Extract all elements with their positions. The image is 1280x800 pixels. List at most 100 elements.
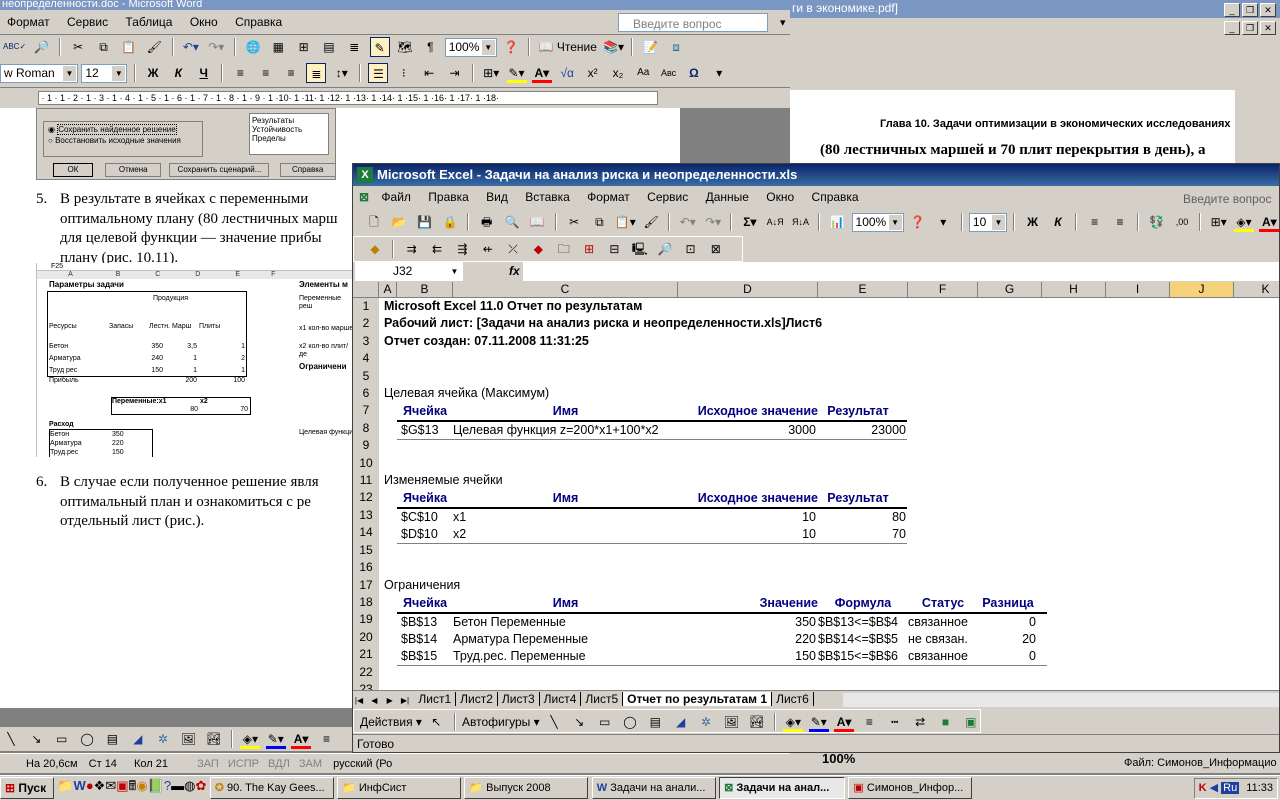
excel-line-icon[interactable]: ╲ — [544, 712, 564, 732]
col-header-i[interactable]: I — [1106, 282, 1170, 298]
word-help-input[interactable]: Введите вопрос — [618, 13, 768, 32]
excel-menu-data[interactable]: Данные — [699, 187, 756, 207]
cell[interactable]: Арматура Переменные — [453, 631, 678, 648]
superscript-icon[interactable]: x² — [583, 63, 603, 83]
ql-book-icon[interactable]: 📗 — [148, 778, 164, 793]
arrow-icon[interactable]: ↘ — [26, 729, 46, 749]
hdr-cell[interactable]: Ячейка — [397, 490, 453, 507]
excel-menu-file[interactable]: Файл — [374, 187, 418, 207]
hdr-name[interactable]: Имя — [453, 403, 678, 420]
cell[interactable]: 0 — [978, 648, 1036, 665]
excel-oval-icon[interactable]: ◯ — [620, 712, 640, 732]
status-ovr[interactable]: ЗАМ — [299, 758, 322, 770]
row-header[interactable]: 21 — [353, 646, 379, 663]
ql-pdf-icon[interactable]: ▣ — [116, 778, 128, 793]
audit-icon[interactable]: ◆ — [365, 239, 385, 259]
excel-picture-icon[interactable]: 🏞 — [747, 712, 767, 732]
row-header[interactable]: 12 — [353, 489, 379, 506]
underline-icon[interactable]: Ч — [194, 63, 214, 83]
excel-fontsize-select[interactable]: 10 ▼ — [968, 212, 1007, 232]
col-header-j[interactable]: J — [1170, 282, 1234, 298]
excel-help-input[interactable]: Введите вопрос — [1183, 189, 1272, 208]
dialog-help-button[interactable]: Справка — [279, 163, 335, 177]
hdr-initial[interactable]: Исходное значение — [678, 490, 818, 507]
tray-arrow-icon[interactable]: ◀ — [1210, 782, 1218, 794]
cell[interactable]: 3000 — [678, 422, 818, 439]
help-icon[interactable]: ❓ — [501, 37, 521, 57]
save-icon[interactable]: 💾 — [415, 212, 435, 232]
excel-align-center-icon[interactable]: ≡ — [1110, 212, 1130, 232]
excel-clipart-icon[interactable]: 🖼 — [721, 712, 741, 732]
hdr-cell[interactable]: Ячейка — [397, 403, 453, 420]
select-all-corner[interactable] — [353, 282, 379, 298]
word-menu-help[interactable]: Справка — [228, 12, 289, 32]
more-icon[interactable]: ▾ — [709, 63, 729, 83]
excel-help-icon[interactable]: ❓ — [908, 212, 928, 232]
excel-menu-service[interactable]: Сервис — [640, 187, 695, 207]
report-list-item[interactable]: Результаты — [252, 116, 326, 125]
ql-apps-icon[interactable]: ❖ — [94, 778, 106, 793]
draw-line-style-icon[interactable]: ≡ — [859, 712, 879, 732]
excel-menu-window[interactable]: Окно — [759, 187, 801, 207]
insert-excel-icon[interactable]: ▤ — [319, 37, 339, 57]
insert-table-icon[interactable]: ⊞ — [294, 37, 314, 57]
line-icon[interactable]: ╲ — [1, 729, 21, 749]
excel-wordart-icon[interactable]: ◢ — [671, 712, 691, 732]
fill-color-icon[interactable]: ◈▾ — [240, 729, 261, 749]
columns-icon[interactable]: ≣ — [344, 37, 364, 57]
col-header-g[interactable]: G — [978, 282, 1042, 298]
row-header[interactable]: 4 — [353, 350, 379, 367]
ql-opera-icon[interactable]: ● — [86, 778, 94, 793]
row-header[interactable]: 18 — [353, 594, 379, 611]
excel-menu-view[interactable]: Вид — [479, 187, 515, 207]
symbol-icon[interactable]: Ω — [684, 63, 704, 83]
hdr-result[interactable]: Результат — [818, 403, 898, 420]
excel-borders-icon[interactable]: ⊞▾ — [1209, 212, 1229, 232]
excel-italic-icon[interactable]: К — [1048, 212, 1068, 232]
col-header-f[interactable]: F — [908, 282, 978, 298]
print-preview-icon[interactable]: 🔍 — [502, 212, 522, 232]
word-menu-table[interactable]: Таблица — [118, 12, 179, 32]
cell[interactable]: $B$13 — [397, 614, 453, 631]
paste-icon[interactable]: 📋 — [119, 37, 139, 57]
word-menu-window[interactable]: Окно — [183, 12, 225, 32]
report-list-item[interactable]: Пределы — [252, 134, 326, 143]
show-hide-icon[interactable]: ¶ — [420, 37, 440, 57]
target-section-label[interactable]: Целевая ячейка (Максимум) — [384, 385, 549, 402]
cell[interactable]: 70 — [818, 526, 906, 543]
dialog-cancel-button[interactable]: Отмена — [105, 163, 162, 177]
tab-scroll-next-icon[interactable]: ▶ — [384, 693, 396, 708]
picture-icon[interactable]: 🏞 — [204, 729, 224, 749]
justify-icon[interactable]: ≣ — [306, 63, 327, 83]
name-box[interactable]: J32 ▼ — [355, 262, 463, 281]
excel-font-color-icon[interactable]: A▾ — [1259, 212, 1279, 232]
ql-folder-icon[interactable]: 📁 — [57, 778, 73, 793]
report-list-item[interactable]: Устойчивость — [252, 125, 326, 134]
cell[interactable]: 150 — [678, 648, 818, 665]
formula-input[interactable] — [523, 262, 1279, 281]
report-created[interactable]: Отчет создан: 07.11.2008 11:31:25 — [384, 333, 1244, 350]
row-header[interactable]: 14 — [353, 524, 379, 541]
changing-section-label[interactable]: Изменяемые ячейки — [384, 472, 503, 489]
new-icon[interactable]: 🗋 — [364, 212, 384, 232]
row-header[interactable]: 11 — [353, 472, 379, 489]
show-watch-icon[interactable]: ⊡ — [680, 239, 700, 259]
hdr-cell[interactable]: Ячейка — [397, 595, 453, 612]
col-header-k[interactable]: K — [1234, 282, 1279, 298]
task-pdf-doc[interactable]: ▣ Симонов_Инфор... — [848, 777, 973, 799]
sort-desc-icon[interactable]: Я↓А — [791, 212, 811, 232]
draw-actions-menu[interactable]: Действия ▾ — [360, 715, 422, 729]
col-header-c[interactable]: C — [453, 282, 678, 298]
highlight-icon[interactable]: ✎▾ — [506, 63, 527, 83]
chart-wizard-icon[interactable]: 📊 — [827, 212, 847, 232]
report-worksheet[interactable]: Рабочий лист: [Задачи на анализ риска и … — [384, 315, 1244, 332]
excel-rectangle-icon[interactable]: ▭ — [595, 712, 615, 732]
wordart-icon[interactable]: ◢ — [128, 729, 148, 749]
col-header-a[interactable]: A — [379, 282, 397, 298]
fx-icon[interactable]: fx — [509, 264, 520, 278]
cell[interactable]: $B$15 — [397, 648, 453, 665]
cell[interactable]: 220 — [678, 631, 818, 648]
row-header[interactable]: 23 — [353, 681, 379, 690]
pdf-restore-button[interactable]: ❐ — [1242, 3, 1258, 17]
read-icon[interactable]: 📖 Чтение — [538, 37, 598, 57]
